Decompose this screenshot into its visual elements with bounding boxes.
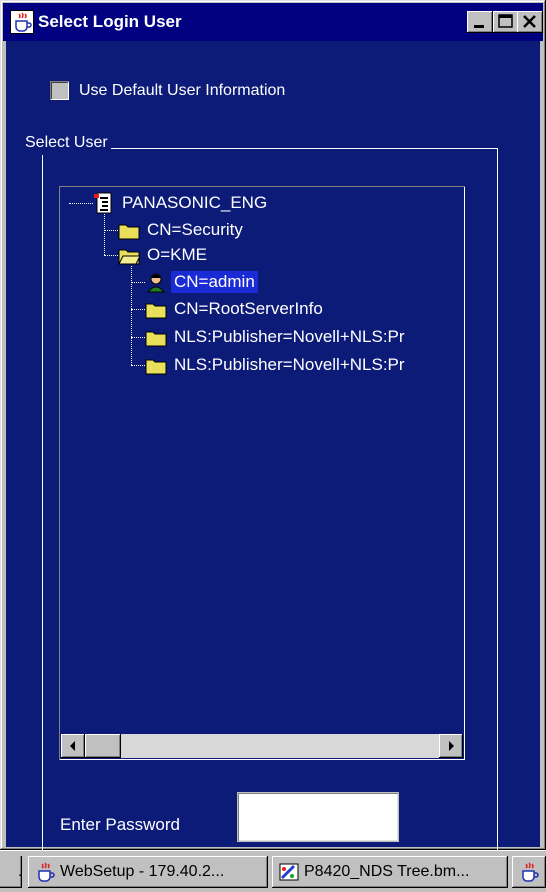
tree-connector — [131, 365, 145, 366]
close-button[interactable] — [517, 11, 543, 33]
maximize-icon — [498, 14, 513, 28]
title-bar[interactable]: Select Login User — [3, 3, 543, 41]
taskbar-item-websetup[interactable]: WebSetup - 179.40.2... — [28, 856, 268, 888]
taskbar: . WebSetup - 179.40.2... P8420_NDS Tree.… — [0, 850, 546, 892]
folder-icon — [145, 303, 167, 319]
tree-node-label: CN=RootServerInfo — [174, 299, 323, 318]
window-title: Select Login User — [38, 12, 182, 31]
scroll-right-button[interactable] — [439, 734, 463, 758]
default-user-checkbox[interactable] — [50, 81, 69, 100]
default-user-checkbox-label[interactable]: Use Default User Information — [79, 79, 285, 103]
tree-connector — [131, 309, 145, 310]
tree-node-label: O=KME — [147, 245, 207, 264]
tree-connector — [131, 337, 145, 338]
folder-icon — [118, 224, 140, 240]
directory-tree-icon — [94, 192, 112, 214]
tree-connector — [104, 214, 105, 255]
close-icon — [523, 15, 536, 28]
minimize-button[interactable] — [467, 11, 493, 33]
tree-node-label: PANASONIC_ENG — [122, 193, 268, 212]
tree-node-label: NLS:Publisher=Novell+NLS:Pr — [174, 327, 405, 346]
tree-connector — [69, 203, 93, 204]
folder-icon — [145, 331, 167, 347]
tree-node-label: CN=Security — [147, 220, 243, 239]
tree-connector — [131, 266, 132, 365]
dialog-client-area: Use Default User Information Select User — [6, 41, 540, 853]
user-tree[interactable]: PANASONIC_ENG CN=Security O=KME CN=admin… — [59, 186, 465, 760]
folder-open-icon — [118, 249, 140, 265]
horizontal-scrollbar[interactable] — [61, 734, 463, 758]
arrow-left-icon — [70, 741, 75, 751]
user-icon — [146, 273, 166, 293]
taskbar-item-label: P8420_NDS Tree.bm... — [304, 863, 470, 880]
login-dialog-window: Select Login User Use Default User Infor… — [0, 0, 546, 853]
scroll-thumb[interactable] — [85, 734, 121, 758]
java-cup-icon[interactable] — [10, 10, 34, 34]
arrow-right-icon — [449, 741, 454, 751]
minimize-icon — [474, 25, 484, 28]
password-label: Enter Password — [60, 815, 180, 834]
tree-connector — [104, 230, 118, 231]
select-user-group-label: Select User — [22, 131, 111, 155]
tree-connector — [131, 282, 145, 283]
taskbar-item-label: WebSetup - 179.40.2... — [60, 863, 225, 880]
taskbar-stub[interactable]: . — [0, 856, 22, 888]
taskbar-item-paint[interactable]: P8420_NDS Tree.bm... — [272, 856, 508, 888]
folder-icon — [145, 359, 167, 375]
scroll-left-button[interactable] — [61, 734, 85, 758]
tree-node-label: NLS:Publisher=Novell+NLS:Pr — [174, 355, 405, 374]
tree-node-label: CN=admin — [171, 271, 258, 293]
java-cup-icon — [38, 862, 55, 882]
maximize-button[interactable] — [493, 11, 519, 33]
java-cup-icon — [522, 862, 539, 882]
taskbar-item-java[interactable] — [512, 856, 546, 888]
paint-icon — [279, 863, 299, 881]
tree-connector — [104, 255, 118, 256]
password-field[interactable] — [238, 793, 398, 841]
